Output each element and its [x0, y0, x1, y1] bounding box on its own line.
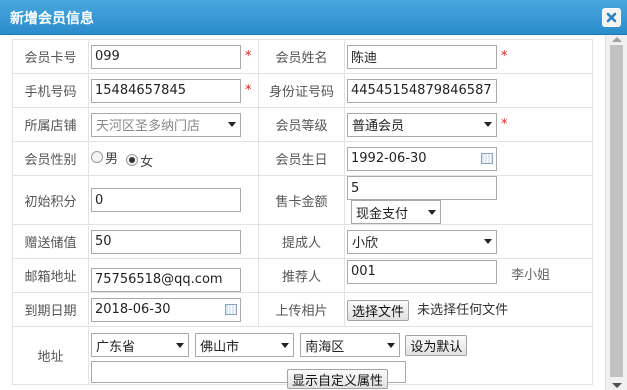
city-value: 佛山市 — [200, 339, 240, 355]
chevron-down-icon — [228, 122, 236, 127]
expire-label: 到期日期 — [12, 292, 89, 327]
required-mark: * — [501, 49, 508, 64]
choose-file-button[interactable]: 选择文件 — [347, 299, 410, 321]
chevron-down-icon — [176, 342, 184, 348]
proposer-select[interactable]: 小欣 — [347, 229, 497, 254]
radio-icon — [91, 151, 103, 163]
card-no-input[interactable]: 099 — [91, 44, 241, 69]
set-default-button[interactable]: 设为默认 — [405, 334, 468, 356]
expire-value: 2018-06-30 — [95, 302, 171, 317]
gift-value-input[interactable]: 50 — [91, 229, 241, 254]
name-label: 会员姓名 — [258, 39, 345, 74]
scroll-thumb[interactable] — [610, 45, 623, 377]
chevron-down-icon — [484, 239, 492, 244]
dialog-content: 会员卡号 099 * 会员姓名 陈迪 * 手机号码 15484657845 * 身份证… — [0, 35, 605, 390]
scroll-up-icon[interactable] — [612, 37, 622, 42]
scroll-down-icon[interactable] — [612, 383, 622, 388]
scrollbar[interactable] — [605, 35, 627, 390]
proposer-value: 小欣 — [352, 236, 379, 251]
level-select[interactable]: 普通会员 — [347, 112, 497, 137]
phone-label: 手机号码 — [12, 73, 89, 108]
custom-attr-wrap: 显示自定义属性 — [287, 369, 389, 389]
birthday-input[interactable]: 1992-06-30 — [347, 146, 497, 171]
gender-male-label: 男 — [105, 151, 119, 167]
gender-radio-female[interactable]: 女 — [126, 151, 153, 170]
gift-value-label: 赠送储值 — [12, 224, 89, 259]
birthday-value: 1992-06-30 — [351, 151, 427, 166]
init-points-label: 初始积分 — [12, 175, 89, 225]
level-label: 会员等级 — [258, 107, 345, 142]
required-mark: * — [245, 83, 252, 98]
calendar-icon[interactable] — [481, 153, 493, 164]
store-select-value: 天河区圣多纳门店 — [96, 119, 201, 134]
referrer-name: 李小姐 — [511, 268, 551, 283]
close-icon — [606, 12, 617, 23]
phone-input[interactable]: 15484657845 — [91, 78, 241, 103]
gender-label: 会员性别 — [12, 141, 89, 176]
chevron-down-icon — [428, 209, 436, 215]
store-label: 所属店铺 — [12, 107, 89, 142]
gender-radio-male[interactable]: 男 — [91, 148, 118, 167]
dialog-titlebar: 新增会员信息 — [0, 0, 627, 35]
province-value: 广东省 — [96, 339, 136, 355]
pay-method-select[interactable]: 现金支付 — [351, 200, 441, 224]
required-mark: * — [245, 49, 252, 64]
gender-female-label: 女 — [140, 154, 154, 170]
store-select[interactable]: 天河区圣多纳门店 — [91, 112, 241, 137]
card-amount-label: 售卡金额 — [258, 175, 345, 225]
card-no-label: 会员卡号 — [12, 39, 89, 74]
member-form: 会员卡号 099 * 会员姓名 陈迪 * 手机号码 15484657845 * 身份证… — [12, 39, 593, 385]
city-select[interactable]: 佛山市 — [195, 333, 295, 357]
photo-label: 上传相片 — [258, 292, 345, 327]
referrer-input[interactable]: 001 — [347, 259, 497, 284]
show-custom-attr-button[interactable]: 显示自定义属性 — [287, 369, 389, 389]
chevron-down-icon — [387, 342, 396, 348]
id-no-label: 身份证号码 — [258, 73, 345, 108]
init-points-input[interactable]: 0 — [91, 188, 241, 212]
close-button[interactable] — [602, 8, 621, 27]
id-no-input[interactable]: 44545154879846587 — [347, 78, 497, 103]
required-mark: * — [501, 117, 508, 132]
district-select[interactable]: 南海区 — [300, 333, 401, 357]
expire-input[interactable]: 2018-06-30 — [91, 297, 241, 322]
address-label: 地址 — [12, 326, 89, 385]
radio-checked-icon — [126, 154, 139, 166]
district-value: 南海区 — [305, 339, 345, 355]
dialog-title: 新增会员信息 — [10, 11, 94, 27]
birthday-label: 会员生日 — [258, 141, 345, 176]
file-status: 未选择任何文件 — [417, 302, 509, 318]
chevron-down-icon — [484, 122, 492, 127]
province-select[interactable]: 广东省 — [91, 333, 189, 357]
pay-method-value: 现金支付 — [356, 206, 409, 222]
email-input[interactable]: 75756518@qq.com — [91, 267, 241, 292]
email-label: 邮箱地址 — [12, 258, 89, 293]
chevron-down-icon — [281, 342, 290, 348]
level-select-value: 普通会员 — [352, 119, 405, 134]
calendar-icon[interactable] — [225, 304, 237, 315]
name-input[interactable]: 陈迪 — [347, 44, 497, 69]
proposer-label: 提成人 — [258, 224, 345, 259]
referrer-label: 推荐人 — [258, 258, 345, 293]
card-amount-input[interactable]: 5 — [347, 176, 497, 200]
